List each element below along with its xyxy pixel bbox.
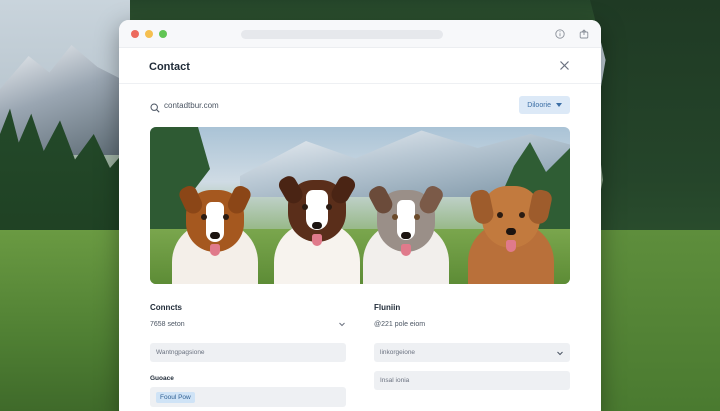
dropdown-label: Diloorie: [527, 101, 551, 109]
page-title: Contact: [149, 60, 190, 73]
dog-illustration: [462, 170, 560, 284]
minimize-window-dot[interactable]: [145, 29, 153, 38]
dog-illustration: [358, 172, 454, 284]
form-column-right: Fluniin @221 pole eiom linkorgeione Insa…: [374, 303, 570, 390]
chevron-down-icon: [556, 349, 564, 357]
address-bar[interactable]: [241, 30, 443, 39]
dog-illustration: [268, 166, 366, 284]
text-input-field[interactable]: Insal ionia: [374, 371, 570, 390]
filter-dropdown[interactable]: Diloorie: [519, 96, 570, 114]
search-icon: [150, 100, 160, 113]
info-icon[interactable]: [555, 28, 565, 39]
maximize-window-dot[interactable]: [159, 29, 167, 38]
field-placeholder: Insal ionia: [380, 377, 410, 384]
sub-value-text: @221 pole eiom: [374, 319, 570, 329]
app-window: Contact contadtbur.com Diloorie Conncts …: [119, 20, 601, 411]
dog-illustration: [170, 172, 260, 284]
caret-down-icon: [556, 103, 562, 107]
close-icon[interactable]: [557, 60, 571, 74]
toolbar: contadtbur.com Diloorie: [119, 96, 601, 114]
search-value: contadtbur.com: [164, 100, 219, 110]
contacts-select[interactable]: 7658 seton: [150, 319, 346, 329]
select-value: 7658 seton: [150, 320, 185, 328]
close-window-dot[interactable]: [131, 29, 139, 38]
field-placeholder: Wantngpagsione: [156, 349, 205, 356]
section-label: Fluniin: [374, 303, 401, 312]
select-field[interactable]: linkorgeione: [374, 343, 570, 362]
sub-value: @221 pole eiom: [374, 320, 426, 328]
form-column-left: Conncts 7658 seton Wantngpagsione Guoace…: [150, 303, 346, 407]
dialog-header: Contact: [119, 50, 601, 84]
section-label: Conncts: [150, 303, 182, 312]
field-label: Guoace: [150, 375, 174, 382]
tag-input-field[interactable]: Fooul Pow: [150, 387, 346, 407]
share-icon[interactable]: [579, 28, 589, 39]
search-input[interactable]: contadtbur.com: [150, 96, 219, 114]
text-input-field[interactable]: Wantngpagsione: [150, 343, 346, 362]
select-placeholder: linkorgeione: [380, 349, 416, 356]
tag-chip[interactable]: Fooul Pow: [156, 391, 195, 403]
title-bar: [119, 20, 601, 48]
chevron-down-icon: [338, 320, 346, 328]
hero-image-dogs: [150, 127, 570, 284]
